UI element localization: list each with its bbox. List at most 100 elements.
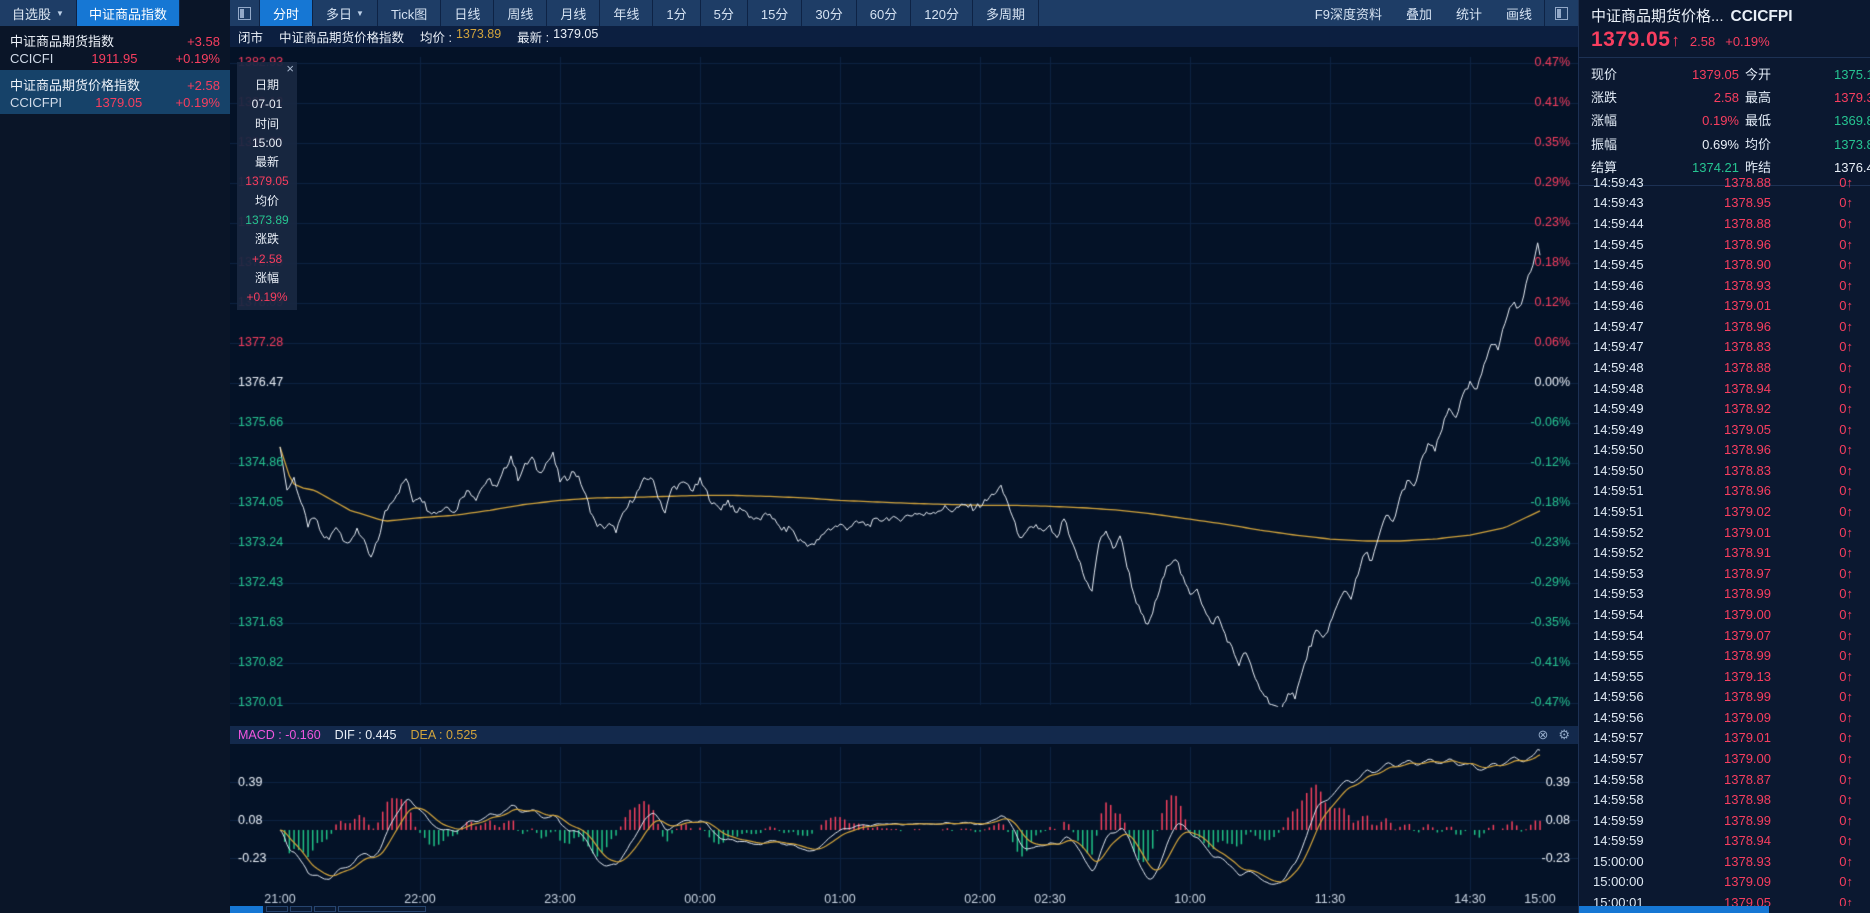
tick-row[interactable]: 14:59:541379.070↑ — [1579, 625, 1870, 646]
close-icon[interactable]: × — [286, 62, 294, 76]
period-button-4[interactable]: 日线 — [441, 0, 494, 26]
tick-row[interactable]: 14:59:511378.960↑ — [1579, 481, 1870, 502]
quote-stat-value: 0.69% — [1631, 133, 1739, 156]
intraday-chart-canvas[interactable] — [230, 47, 1578, 913]
tool-button-1[interactable]: F9深度资料 — [1303, 0, 1394, 26]
scrollbar-cell[interactable] — [266, 906, 288, 912]
tick-price: 1378.88 — [1671, 216, 1771, 231]
tick-row[interactable]: 14:59:501378.960↑ — [1579, 440, 1870, 461]
watchlist-tab-0[interactable]: 自选股▼ — [0, 0, 77, 26]
tick-list-scrollbar[interactable] — [1579, 906, 1769, 913]
tick-price: 1378.94 — [1671, 833, 1771, 848]
collapse-panel-icon[interactable] — [230, 0, 260, 26]
layout-toggle-icon[interactable] — [1544, 0, 1578, 26]
tick-row[interactable]: 14:59:451378.960↑ — [1579, 234, 1870, 255]
tick-row[interactable]: 14:59:501378.830↑ — [1579, 460, 1870, 481]
period-button-1[interactable]: 分时 — [260, 0, 313, 26]
tick-row[interactable]: 14:59:491379.050↑ — [1579, 419, 1870, 440]
watchlist-tabs: 自选股▼中证商品指数 — [0, 0, 230, 26]
tool-button-4[interactable]: 画线 — [1494, 0, 1544, 26]
tick-row[interactable]: 14:59:461379.010↑ — [1579, 295, 1870, 316]
indicator-settings-icon[interactable]: ⚙ — [1558, 727, 1570, 743]
scrollbar-thumb[interactable] — [230, 906, 263, 913]
watchlist-item-CCICFI[interactable]: 中证商品期货指数+3.58CCICFI1911.95+0.19% — [0, 26, 230, 70]
tick-row[interactable]: 14:59:581378.870↑ — [1579, 769, 1870, 790]
tick-row[interactable]: 14:59:451378.900↑ — [1579, 254, 1870, 275]
close-indicator-icon[interactable]: ⊗ — [1537, 727, 1548, 743]
tick-row[interactable]: 14:59:551379.130↑ — [1579, 666, 1870, 687]
tick-row[interactable]: 15:00:001378.930↑ — [1579, 851, 1870, 872]
period-button-2[interactable]: 多日▼ — [313, 0, 378, 26]
up-arrow-icon: ↑ — [1847, 278, 1854, 293]
tick-price: 1378.97 — [1671, 566, 1771, 581]
tick-row[interactable]: 15:00:011379.050↑ — [1579, 892, 1870, 906]
tick-volume: 0↑ — [1771, 175, 1853, 190]
toolbar-spacer — [1039, 0, 1303, 26]
tick-row[interactable]: 14:59:531378.990↑ — [1579, 584, 1870, 605]
period-button-10[interactable]: 15分 — [748, 0, 802, 26]
tick-row[interactable]: 14:59:461378.930↑ — [1579, 275, 1870, 296]
tick-row[interactable]: 14:59:481378.940↑ — [1579, 378, 1870, 399]
tick-row[interactable]: 14:59:441378.880↑ — [1579, 213, 1870, 234]
tick-row[interactable]: 14:59:481378.880↑ — [1579, 357, 1870, 378]
tick-price: 1378.98 — [1671, 792, 1771, 807]
tick-row[interactable]: 14:59:551378.990↑ — [1579, 645, 1870, 666]
tick-row[interactable]: 14:59:591378.990↑ — [1579, 810, 1870, 831]
chart-area: MACD : -0.160 DIF : 0.445 DEA : 0.525 ⊗ … — [230, 47, 1578, 913]
tick-volume: 0↑ — [1771, 792, 1853, 807]
scrollbar-cell[interactable] — [314, 906, 336, 912]
period-button-7[interactable]: 年线 — [600, 0, 653, 26]
tick-row[interactable]: 14:59:571379.000↑ — [1579, 748, 1870, 769]
tick-time: 14:59:51 — [1593, 483, 1671, 498]
scrollbar-cell[interactable] — [290, 906, 312, 912]
tool-button-2[interactable]: 叠加 — [1394, 0, 1444, 26]
tick-row[interactable]: 14:59:561379.090↑ — [1579, 707, 1870, 728]
watchlist-item-CCICFPI[interactable]: 中证商品期货价格指数+2.58CCICFPI1379.05+0.19% — [0, 70, 230, 114]
tooltip-rows: 日期07-01时间15:00最新1379.05均价1373.89涨跌+2.58涨… — [237, 76, 297, 308]
tick-row[interactable]: 14:59:531378.970↑ — [1579, 563, 1870, 584]
up-arrow-icon: ↑ — [1847, 895, 1854, 906]
chart-horizontal-scrollbar[interactable] — [230, 906, 1578, 913]
tick-volume: 0↑ — [1771, 710, 1853, 725]
tick-row[interactable]: 14:59:591378.940↑ — [1579, 831, 1870, 852]
period-button-13[interactable]: 120分 — [911, 0, 973, 26]
tick-row[interactable]: 14:59:581378.980↑ — [1579, 789, 1870, 810]
up-arrow-icon: ↑ — [1847, 751, 1854, 766]
tick-row[interactable]: 14:59:521379.010↑ — [1579, 522, 1870, 543]
period-button-3[interactable]: Tick图 — [378, 0, 441, 26]
watchlist-tab-1[interactable]: 中证商品指数 — [77, 0, 180, 26]
tick-row[interactable]: 14:59:511379.020↑ — [1579, 501, 1870, 522]
tick-time: 14:59:43 — [1593, 175, 1671, 190]
period-button-14[interactable]: 多周期 — [973, 0, 1039, 26]
tick-row[interactable]: 14:59:571379.010↑ — [1579, 728, 1870, 749]
period-button-8[interactable]: 1分 — [653, 0, 700, 26]
tick-row[interactable]: 14:59:431378.950↑ — [1579, 193, 1870, 214]
tick-row[interactable]: 14:59:471378.960↑ — [1579, 316, 1870, 337]
tick-time: 14:59:46 — [1593, 278, 1671, 293]
tick-row[interactable]: 14:59:561378.990↑ — [1579, 686, 1870, 707]
up-arrow-icon: ↑ — [1847, 422, 1854, 437]
tooltip-row: +2.58 — [237, 250, 297, 269]
period-button-label: 15分 — [761, 4, 788, 23]
period-button-9[interactable]: 5分 — [701, 0, 748, 26]
tick-row[interactable]: 14:59:521378.910↑ — [1579, 542, 1870, 563]
tick-row[interactable]: 14:59:431378.880↑ — [1579, 172, 1870, 193]
tick-row[interactable]: 14:59:491378.920↑ — [1579, 398, 1870, 419]
tick-row[interactable]: 14:59:471378.830↑ — [1579, 337, 1870, 358]
tool-button-3[interactable]: 统计 — [1444, 0, 1494, 26]
period-button-11[interactable]: 30分 — [802, 0, 856, 26]
tick-time: 15:00:00 — [1593, 874, 1671, 889]
scrollbar-cell[interactable] — [338, 906, 426, 912]
up-arrow-icon: ↑ — [1847, 237, 1854, 252]
tick-volume: 0↑ — [1771, 278, 1853, 293]
period-button-5[interactable]: 周线 — [494, 0, 547, 26]
tick-row[interactable]: 15:00:001379.090↑ — [1579, 872, 1870, 893]
instrument-name: 中证商品期货价格指数 — [10, 75, 140, 94]
quote-stat-value: 1379.05 — [1631, 63, 1739, 86]
quote-stat-value: 1369.81 — [1785, 109, 1870, 132]
period-button-12[interactable]: 60分 — [857, 0, 911, 26]
period-button-6[interactable]: 月线 — [547, 0, 600, 26]
up-arrow-icon: ↑ — [1847, 833, 1854, 848]
tick-row[interactable]: 14:59:541379.000↑ — [1579, 604, 1870, 625]
instrument-change: +2.58 — [187, 78, 220, 93]
